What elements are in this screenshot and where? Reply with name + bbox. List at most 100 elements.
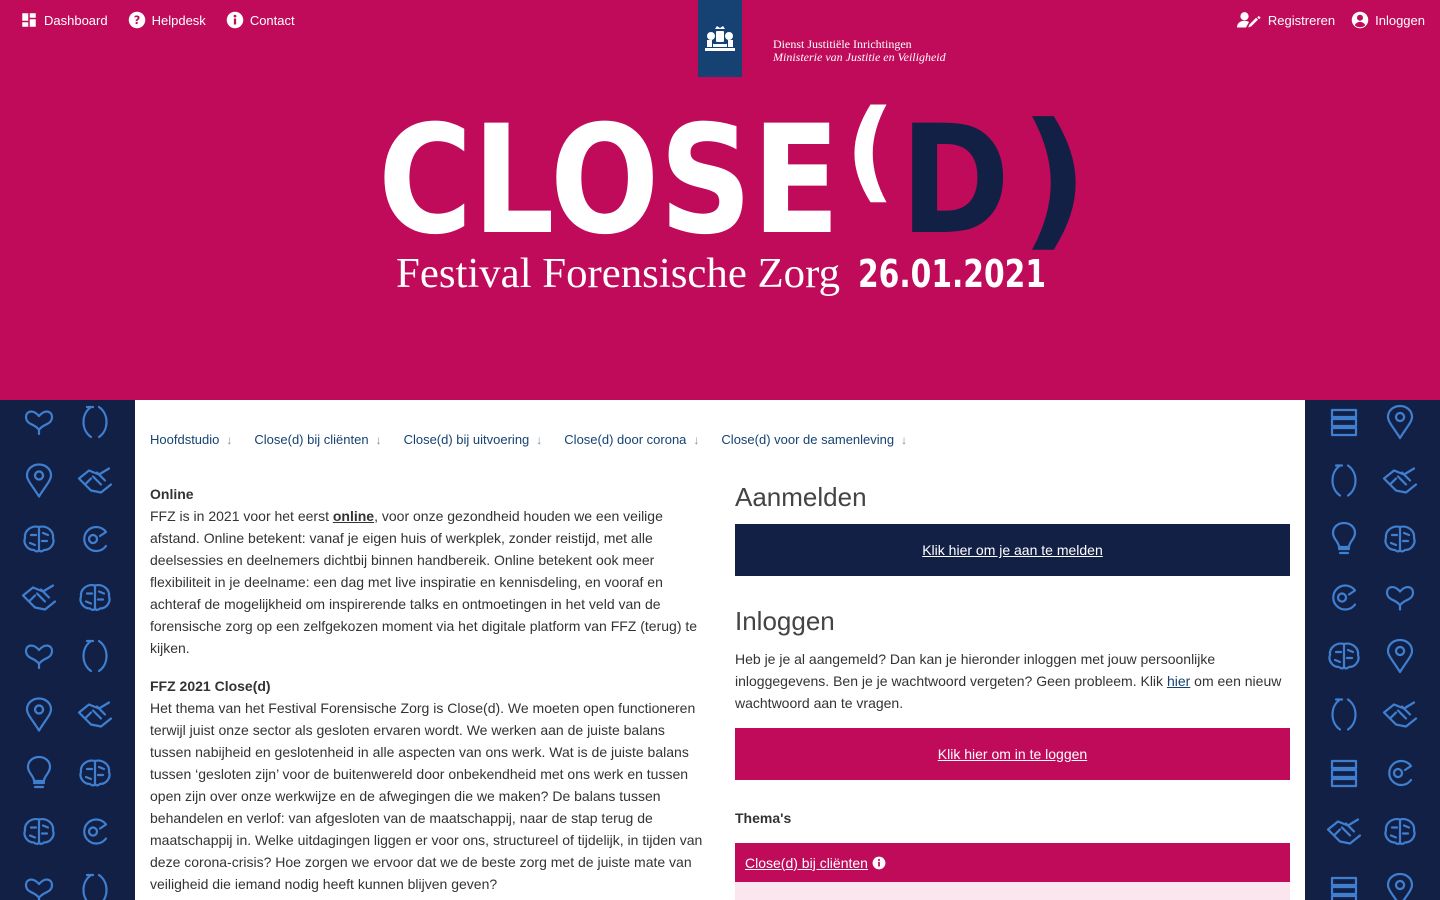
info-circle-icon [872,856,886,869]
svg-text:?: ? [133,14,140,27]
arrow-down-icon: ↓ [901,432,908,447]
nav-registreren[interactable]: Registreren [1236,10,1335,30]
top-nav-left: Dashboard ? Helpdesk Contact [20,10,295,30]
brain-icon [1328,642,1360,670]
coat-of-arms-icon [705,25,735,51]
intro-column: Online FFZ is in 2021 voor het eerst onl… [150,483,710,900]
parenthesis-icon [82,639,108,673]
handshake-icon [77,701,113,728]
online-heading: Online [150,486,194,502]
heart-icon [1385,586,1415,611]
arrow-down-icon: ↓ [536,432,543,447]
subnav-label: Close(d) door corona [564,432,687,447]
brain-icon [79,759,111,787]
user-edit-icon [1236,12,1261,28]
lightbulb-icon [26,755,52,789]
heart-icon [24,878,54,900]
left-icon-pattern [0,400,135,900]
parenthesis-icon [1331,464,1357,497]
brain-icon [1384,525,1416,553]
brain-icon [23,525,55,553]
subnav-uitvoering[interactable]: Close(d) bij uitvoering ↓ [404,432,543,447]
theme-heading: FFZ 2021 Close(d) [150,678,271,694]
register-heading: Aanmelden [735,482,867,512]
c-arrow-icon [83,818,108,845]
login-info: Heb je je al aangemeld? Dan kan je hiero… [735,648,1290,714]
login-text-before: Heb je je al aangemeld? Dan kan je hiero… [735,651,1216,689]
subnav-label: Hoofdstudio [150,432,220,447]
parenthesis-icon [82,405,108,439]
handshake-icon [21,584,57,611]
theme-item[interactable]: Close(d) bij cliënten [735,843,1290,882]
login-button[interactable]: Klik hier om in te loggen [735,728,1290,780]
password-reset-link[interactable]: hier [1167,673,1190,689]
stack-icon [1330,876,1358,900]
handshake-icon [1382,701,1418,728]
theme-subnav: Hoofdstudio ↓ Close(d) bij cliënten ↓ Cl… [150,432,907,447]
location-pin-icon [1386,404,1414,440]
subnav-clienten[interactable]: Close(d) bij cliënten ↓ [254,432,381,447]
main-content: Hoofdstudio ↓ Close(d) bij cliënten ↓ Cl… [135,400,1305,900]
subnav-label: Close(d) bij cliënten [254,432,369,447]
stack-icon [1330,408,1358,437]
login-heading: Inloggen [735,606,835,636]
online-link[interactable]: online [333,508,374,524]
lightbulb-icon [1331,521,1357,555]
handshake-icon [1382,467,1418,494]
subnav-corona[interactable]: Close(d) door corona ↓ [564,432,699,447]
c-arrow-icon [83,525,108,553]
theme-item-label: Close(d) bij cliënten [745,854,868,871]
closed-festival-logo: CLOSE ( D ) Festival Forensische Zorg 26… [378,86,1089,297]
festival-date: 26.01.2021 [858,252,1046,296]
top-nav-right: Registreren Inloggen [1236,10,1425,30]
heart-icon [24,644,54,670]
location-pin-icon [25,697,53,732]
nav-contact-label: Contact [249,12,295,28]
logo-word: CLOSE [378,94,840,268]
handshake-icon [1326,818,1362,845]
location-pin-icon [1386,872,1414,900]
festival-name: Festival Forensische Zorg [396,251,840,297]
heart-icon [24,410,54,436]
parenthesis-icon [1331,698,1357,731]
nav-contact[interactable]: Contact [226,10,295,30]
theme-item-body [735,882,1290,900]
online-text-after: , voor onze gezondheid houden we een vei… [150,508,698,656]
logo-d: D [900,94,1010,268]
nav-inloggen-label: Inloggen [1375,12,1425,28]
logo-close-paren: ) [1020,92,1089,266]
nav-dashboard-label: Dashboard [44,12,108,28]
user-circle-icon [1351,11,1369,29]
subnav-label: Close(d) bij uitvoering [403,432,530,447]
nav-inloggen[interactable]: Inloggen [1351,10,1425,30]
nav-dashboard[interactable]: Dashboard [20,10,108,30]
themes-label: Thema's [735,810,792,826]
nav-helpdesk-label: Helpdesk [151,12,206,28]
c-arrow-icon [1388,759,1413,787]
stack-icon [1330,759,1358,788]
online-paragraph: FFZ is in 2021 voor het eerst online, vo… [150,505,710,659]
register-button[interactable]: Klik hier om je aan te melden [735,524,1290,576]
subnav-hoofdstudio[interactable]: Hoofdstudio ↓ [150,432,232,447]
nav-helpdesk[interactable]: ? Helpdesk [128,10,206,30]
ministry-text: Dienst Justitiële Inrichtingen Ministeri… [773,38,946,64]
arrow-down-icon: ↓ [375,432,382,447]
c-arrow-icon [1332,584,1357,611]
account-column: Aanmelden Klik hier om je aan te melden … [735,480,1290,900]
pattern-right-svg [1326,404,1418,900]
dashboard-icon [22,13,36,27]
brain-icon [23,818,55,845]
info-circle-icon [226,11,244,29]
handshake-icon [77,467,113,494]
rijksoverheid-logo [698,0,742,77]
nav-registreren-label: Registreren [1267,12,1336,28]
arrow-down-icon: ↓ [693,432,700,447]
subnav-samenleving[interactable]: Close(d) voor de samenleving ↓ [721,432,907,447]
location-pin-icon [25,463,53,498]
brain-icon [79,584,111,611]
subnav-label: Close(d) voor de samenleving [721,432,895,447]
help-circle-icon: ? [128,11,145,29]
theme-paragraph: Het thema van het Festival Forensische Z… [150,700,703,892]
hero-banner: Dashboard ? Helpdesk Contact Dienst Just… [0,0,1440,400]
location-pin-icon [1386,638,1414,674]
